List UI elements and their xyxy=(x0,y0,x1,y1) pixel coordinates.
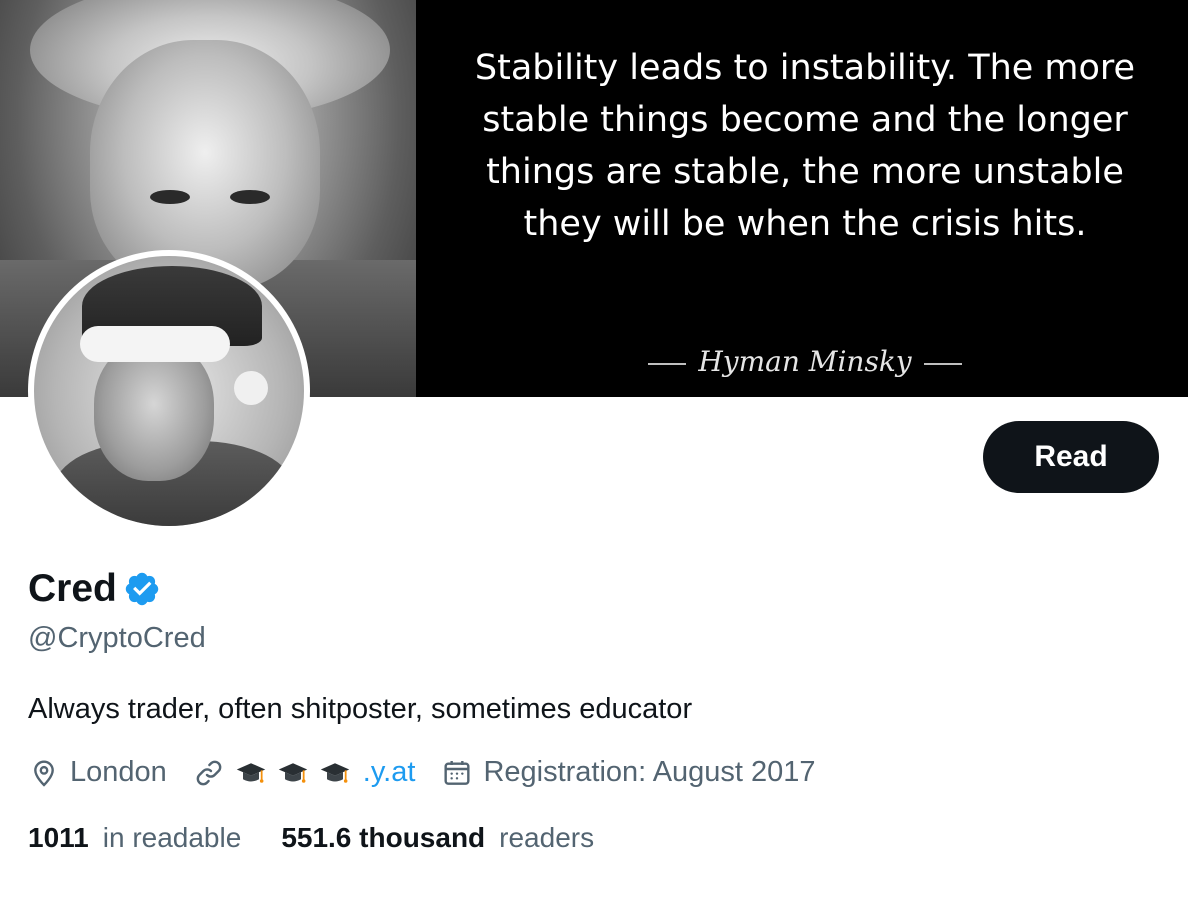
profile-stats-row: 1011 in readable 551.6 thousand readers xyxy=(28,822,634,854)
graduation-cap-icon xyxy=(236,762,266,783)
link-emoji-group[interactable] xyxy=(235,757,361,789)
profile-bio: Always trader, often shitposter, sometim… xyxy=(28,693,693,725)
graduation-cap-icon xyxy=(320,762,350,783)
following-label: in readable xyxy=(102,822,242,853)
registration-item: Registration: August 2017 xyxy=(441,756,816,789)
quote-author-name: Hyman Minsky xyxy=(698,345,912,378)
followers-stat[interactable]: 551.6 thousand readers xyxy=(281,822,594,854)
avatar[interactable] xyxy=(28,250,310,532)
banner-quote-author: Hyman Minsky xyxy=(560,345,1050,378)
user-handle: @CryptoCred xyxy=(28,622,206,654)
profile-name-row: Cred xyxy=(28,567,161,611)
profile-page: Stability leads to instability. The more… xyxy=(0,0,1188,900)
avatar-photo xyxy=(34,256,304,526)
location-text: London xyxy=(70,756,167,788)
graduation-cap-icon xyxy=(278,762,308,783)
followers-label: readers xyxy=(499,822,595,853)
calendar-icon xyxy=(444,760,470,785)
registration-text: Registration: August 2017 xyxy=(483,756,816,788)
display-name: Cred xyxy=(28,567,117,610)
banner-quote: Stability leads to instability. The more… xyxy=(474,48,1136,244)
link-icon xyxy=(196,760,222,785)
following-stat[interactable]: 1011 in readable xyxy=(28,822,241,854)
profile-meta-row: London .y.at Registration: August 2017 xyxy=(28,756,842,789)
website-item[interactable]: .y.at xyxy=(193,756,416,789)
verified-badge-icon[interactable] xyxy=(123,570,161,608)
followers-count: 551.6 thousand xyxy=(281,822,486,853)
following-count: 1011 xyxy=(28,822,89,853)
location-pin-icon xyxy=(34,759,54,787)
location-item: London xyxy=(28,756,167,789)
website-link[interactable]: .y.at xyxy=(363,756,416,789)
read-button[interactable]: Read xyxy=(983,421,1159,493)
